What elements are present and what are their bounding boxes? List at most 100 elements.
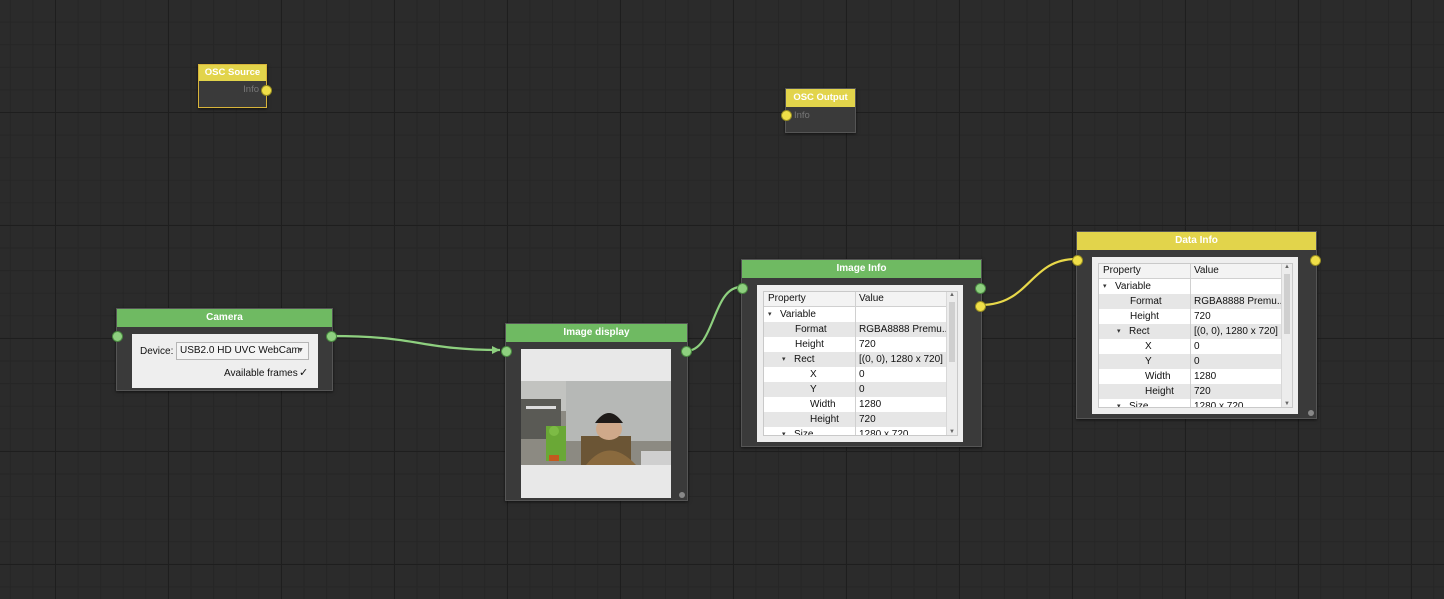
node-title[interactable]: OSC Output xyxy=(786,89,855,107)
table-row[interactable]: Format RGBA8888 Premu... xyxy=(764,322,950,337)
output-port[interactable] xyxy=(261,85,272,96)
table-row[interactable]: ▾ Rect [(0, 0), 1280 x 720] xyxy=(1099,324,1282,339)
row-property: Height xyxy=(810,414,839,425)
output-port[interactable] xyxy=(975,283,986,294)
row-property: X xyxy=(1145,341,1152,352)
port-label: Info xyxy=(794,110,810,121)
data-output-port[interactable] xyxy=(975,301,986,312)
table-row[interactable]: Height 720 xyxy=(764,412,947,427)
column-header-value[interactable]: Value xyxy=(859,293,884,304)
row-property: X xyxy=(810,369,817,380)
row-property: Height xyxy=(1145,386,1174,397)
node-title[interactable]: Image Info xyxy=(742,260,981,278)
node-title[interactable]: OSC Source xyxy=(199,65,266,81)
row-property: Rect xyxy=(794,354,815,365)
edge-camera-to-image-display[interactable] xyxy=(331,334,501,352)
output-port[interactable] xyxy=(326,331,337,342)
row-value: 720 xyxy=(1194,386,1211,397)
table-row[interactable]: Height 720 xyxy=(1099,309,1282,324)
osc-output-node[interactable]: OSC Output Info xyxy=(781,88,856,133)
row-property: Height xyxy=(795,339,824,350)
row-property: Format xyxy=(1130,296,1162,307)
table-row[interactable]: Width 1280 xyxy=(1099,369,1282,384)
table-row[interactable]: ▾ Size 1280 x 720 xyxy=(1099,399,1282,407)
table-row[interactable]: ▾ Size 1280 x 720 xyxy=(764,427,947,436)
scroll-thumb[interactable] xyxy=(1284,274,1290,334)
node-title[interactable]: Data Info xyxy=(1077,232,1316,250)
property-table[interactable]: Property Value ▾ Variable Format RGBA8888 P… xyxy=(1098,263,1293,408)
scroll-down-arrow-icon[interactable]: ▼ xyxy=(1284,401,1290,407)
node-title[interactable]: Camera xyxy=(117,309,332,327)
column-divider xyxy=(1190,339,1191,354)
vertical-scrollbar[interactable]: ▲ ▼ xyxy=(1281,264,1292,407)
column-divider xyxy=(1190,384,1191,399)
table-row[interactable]: X0 xyxy=(764,367,947,382)
row-value: 1280 x 720 xyxy=(859,429,909,436)
webcam-preview-image xyxy=(521,381,671,465)
edge-image-display-to-image-info[interactable] xyxy=(685,285,742,353)
edge-arrowhead xyxy=(492,346,500,354)
table-row[interactable]: Y0 xyxy=(1099,354,1282,369)
image-display-node[interactable]: Image display xyxy=(501,323,692,501)
column-divider xyxy=(855,307,856,322)
row-value: 1280 xyxy=(1194,371,1217,382)
device-label: Device: xyxy=(140,346,174,357)
row-value: 1280 xyxy=(859,399,882,410)
column-divider xyxy=(855,337,856,352)
column-divider xyxy=(855,427,856,435)
expand-arrow-icon[interactable]: ▾ xyxy=(782,352,786,367)
expand-arrow-icon[interactable]: ▾ xyxy=(1103,279,1107,294)
input-port[interactable] xyxy=(781,110,792,121)
node-title[interactable]: Image display xyxy=(506,324,687,342)
expand-arrow-icon[interactable]: ▾ xyxy=(1117,324,1121,339)
scroll-thumb[interactable] xyxy=(949,302,955,362)
property-table[interactable]: Property Value ▾ Variable Format RGBA8888 P… xyxy=(763,291,958,436)
expand-arrow-icon[interactable]: ▾ xyxy=(782,427,786,435)
scroll-up-arrow-icon[interactable]: ▲ xyxy=(949,292,955,298)
column-divider xyxy=(855,382,856,397)
image-info-node[interactable]: Image Info Property Value ▾ Variable Forma… xyxy=(737,259,986,447)
table-row[interactable]: Y0 xyxy=(764,382,947,397)
column-header-value[interactable]: Value xyxy=(1194,265,1219,276)
property-panel: Property Value ▾ Variable Format RGBA8888 P… xyxy=(757,285,963,442)
expand-arrow-icon[interactable]: ▾ xyxy=(768,307,772,322)
expand-arrow-icon[interactable]: ▾ xyxy=(1117,399,1121,407)
table-row[interactable]: ▾ Variable xyxy=(1099,279,1282,294)
table-row[interactable]: Format RGBA8888 Premu... xyxy=(1099,294,1286,309)
osc-source-node[interactable]: OSC Source Info xyxy=(198,64,272,108)
resize-handle[interactable] xyxy=(1308,410,1314,416)
camera-node[interactable]: Camera Device: USB2.0 HD UVC WebCam ▼ Av… xyxy=(112,308,337,391)
table-row[interactable]: X0 xyxy=(1099,339,1282,354)
column-header-property[interactable]: Property xyxy=(1103,265,1141,276)
table-row[interactable]: Width 1280 xyxy=(764,397,947,412)
table-row[interactable]: Height 720 xyxy=(1099,384,1282,399)
row-value: 720 xyxy=(1194,311,1211,322)
column-divider[interactable] xyxy=(1190,264,1191,278)
column-header-property[interactable]: Property xyxy=(768,293,806,304)
device-dropdown[interactable]: USB2.0 HD UVC WebCam ▼ xyxy=(176,342,309,360)
input-port[interactable] xyxy=(501,346,512,357)
row-value: 0 xyxy=(1194,356,1200,367)
resize-handle[interactable] xyxy=(679,492,685,498)
output-port[interactable] xyxy=(1310,255,1321,266)
data-info-node[interactable]: Data Info Property Value ▾ Variable Format… xyxy=(1072,231,1321,419)
input-port[interactable] xyxy=(1072,255,1083,266)
row-property: Width xyxy=(1145,371,1171,382)
edge-image-info-to-data-info[interactable] xyxy=(980,257,1077,307)
input-port[interactable] xyxy=(112,331,123,342)
column-divider[interactable] xyxy=(855,292,856,306)
vertical-scrollbar[interactable]: ▲ ▼ xyxy=(946,292,957,435)
column-divider xyxy=(1190,309,1191,324)
table-row[interactable]: Height 720 xyxy=(764,337,947,352)
input-port[interactable] xyxy=(737,283,748,294)
scroll-up-arrow-icon[interactable]: ▲ xyxy=(1284,264,1290,270)
property-panel: Property Value ▾ Variable Format RGBA8888 P… xyxy=(1092,257,1298,414)
row-value: RGBA8888 Premu... xyxy=(1194,296,1286,307)
table-row[interactable]: ▾ Variable xyxy=(764,307,947,322)
available-frames-checkbox[interactable]: ✓ xyxy=(299,366,308,379)
column-divider xyxy=(855,352,856,367)
row-value: 0 xyxy=(859,384,865,395)
output-port[interactable] xyxy=(681,346,692,357)
table-row[interactable]: ▾ Rect [(0, 0), 1280 x 720] xyxy=(764,352,947,367)
scroll-down-arrow-icon[interactable]: ▼ xyxy=(949,429,955,435)
